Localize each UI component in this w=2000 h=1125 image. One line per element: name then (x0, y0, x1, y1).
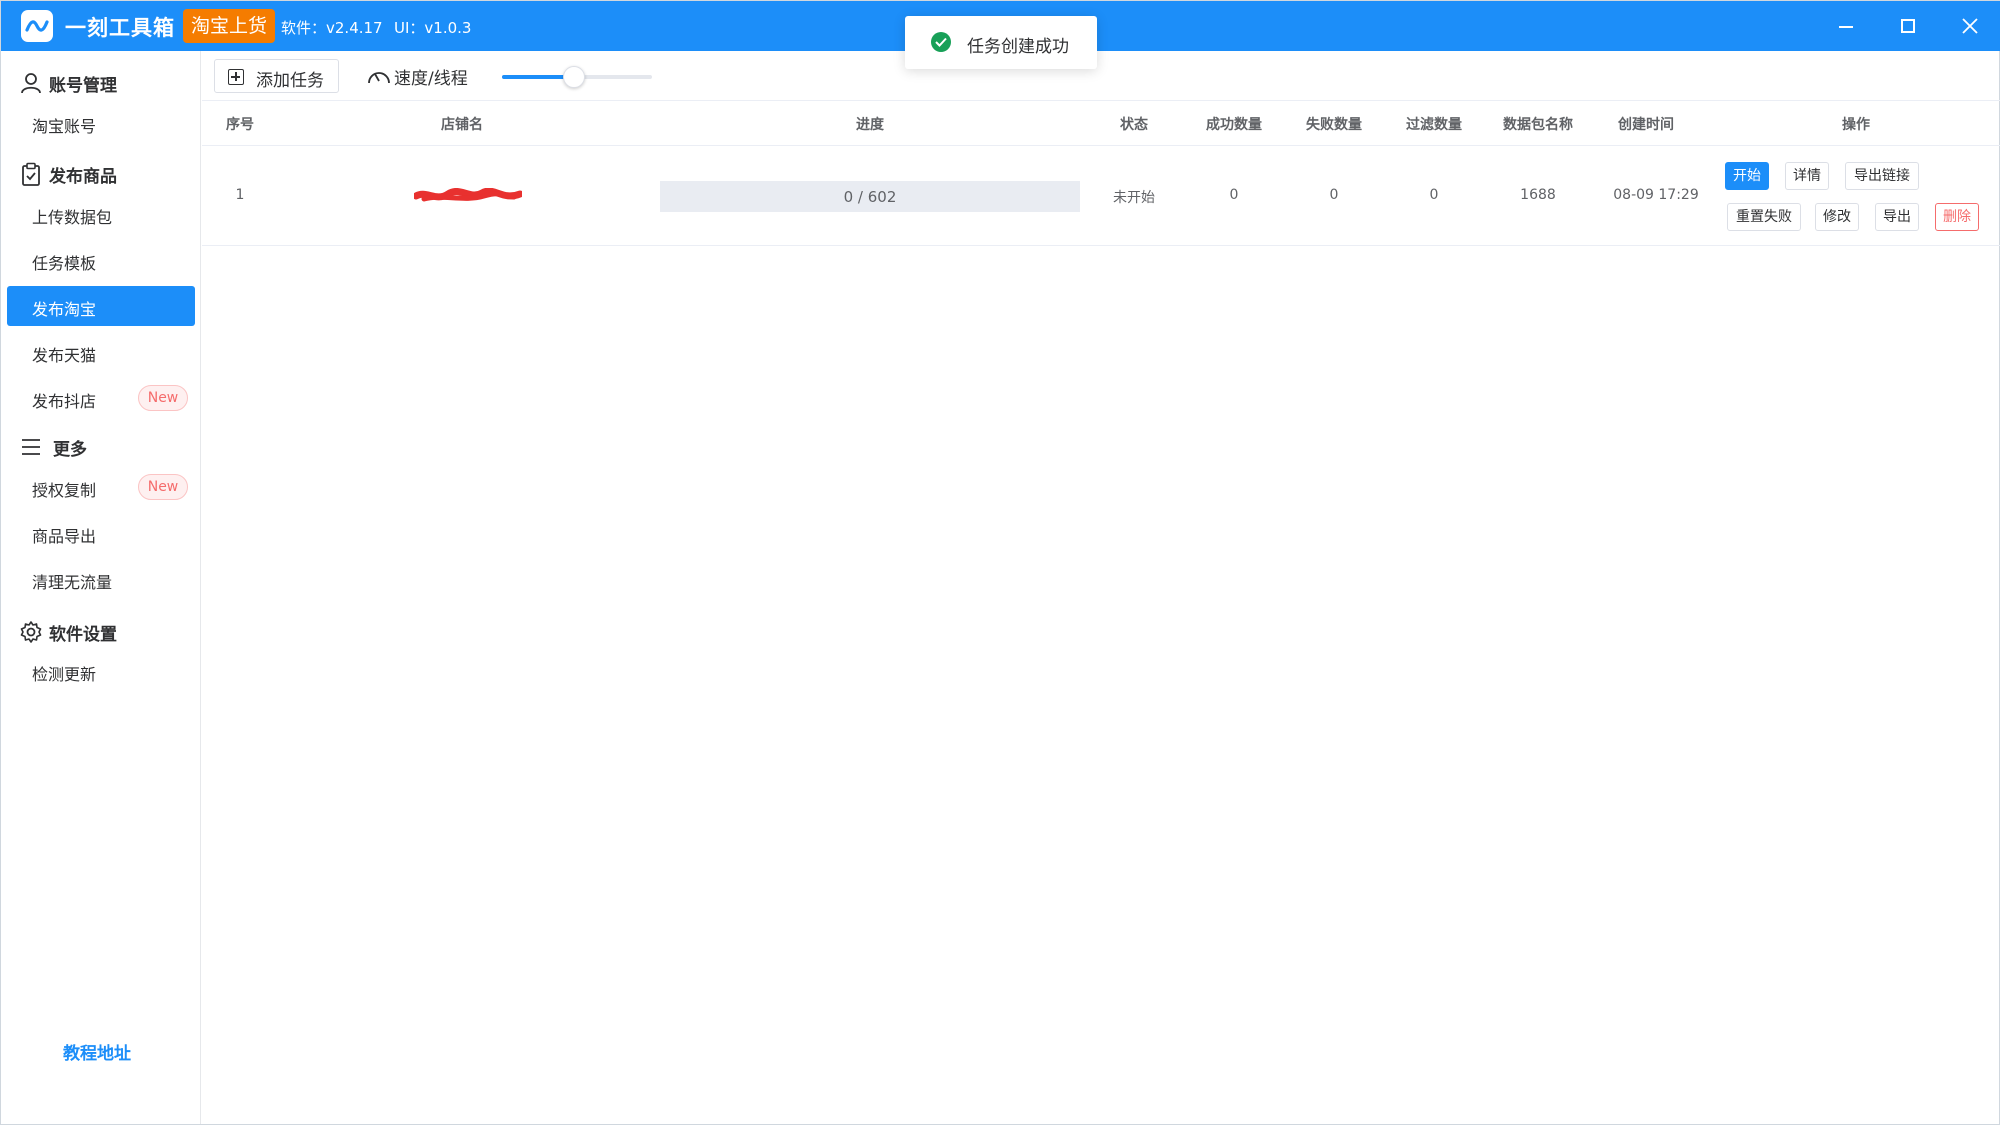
section-title: 发布商品 (49, 167, 117, 187)
column-header: 进度 (856, 117, 884, 133)
add-task-button[interactable]: 添加任务 (214, 59, 339, 93)
column-header: 成功数量 (1206, 117, 1262, 133)
section-title: 更多 (53, 440, 87, 460)
table-header: 序号 店铺名 进度 状态 成功数量 失败数量 过滤数量 数据包名称 创建时间 操… (202, 102, 2000, 146)
sidebar-item-clean-no-traffic[interactable]: 清理无流量 (7, 559, 195, 599)
software-version: 软件：v2.4.17 (281, 19, 383, 37)
sidebar-item-publish-taobao[interactable]: 发布淘宝 (7, 286, 195, 326)
column-header: 数据包名称 (1503, 117, 1573, 133)
column-header: 店铺名 (441, 117, 483, 133)
sidebar-item-publish-tmall[interactable]: 发布天猫 (7, 332, 195, 372)
gear-icon (20, 621, 42, 643)
table-row: 1 0 / 602 未开始 0 0 0 1688 08-09 17:29 开始 … (202, 146, 2000, 246)
sidebar-item-label: 淘宝账号 (32, 117, 97, 136)
cell-created-time: 08-09 17:29 (1613, 187, 1699, 203)
column-header: 状态 (1120, 117, 1148, 133)
toolbar: 添加任务 速度/线程 (202, 51, 2000, 101)
column-header: 序号 (226, 117, 254, 133)
sidebar-item-label: 发布淘宝 (32, 300, 97, 319)
sidebar-item-label: 商品导出 (32, 527, 97, 546)
details-button[interactable]: 详情 (1785, 162, 1829, 190)
redaction-scribble (414, 188, 522, 202)
cell-failed-count: 0 (1329, 187, 1339, 203)
user-icon (21, 73, 41, 94)
maximize-button[interactable] (1877, 1, 1937, 51)
sidebar-item-publish-douyin[interactable]: 发布抖店 New (7, 378, 195, 418)
new-badge: New (138, 474, 188, 500)
reset-failed-button[interactable]: 重置失败 (1727, 203, 1801, 231)
new-badge: New (138, 385, 188, 411)
sidebar-item-taobao-account[interactable]: 淘宝账号 (7, 103, 195, 143)
sidebar-item-auth-copy[interactable]: 授权复制 New (7, 467, 195, 507)
sidebar-item-label: 授权复制 (32, 481, 97, 500)
sidebar-item-label: 任务模板 (32, 254, 97, 273)
success-toast: 任务创建成功 (905, 16, 1097, 69)
cell-status: 未开始 (1113, 190, 1155, 206)
slider-handle[interactable] (563, 66, 585, 88)
tutorial-link[interactable]: 教程地址 (63, 1039, 131, 1064)
sidebar-item-task-template[interactable]: 任务模板 (7, 240, 195, 280)
minimize-button[interactable] (1815, 1, 1875, 51)
sidebar-item-label: 检测更新 (32, 665, 97, 684)
start-button[interactable]: 开始 (1725, 162, 1769, 190)
sidebar: 账号管理 淘宝账号 发布商品 上传数据包 任务模板 发布淘宝 发布天猫 发布抖店… (1, 51, 201, 1124)
plus-square-icon (228, 69, 244, 85)
column-header: 操作 (1842, 117, 1870, 133)
app-window: 一刻工具箱 . 淘宝上货 软件：v2.4.17 UI：v1.0.3 账号管理 淘… (0, 0, 2000, 1125)
cell-package-name: 1688 (1520, 187, 1556, 203)
app-title: 一刻工具箱 . (65, 16, 193, 40)
toast-message: 任务创建成功 (967, 37, 1069, 57)
progress-text: 0 / 602 (843, 188, 897, 206)
progress-bar: 0 / 602 (660, 181, 1080, 212)
clipboard-icon (22, 162, 40, 186)
app-badge: 淘宝上货 (183, 9, 276, 43)
speed-slider[interactable] (502, 66, 652, 88)
menu-icon (22, 439, 40, 455)
cell-success-count: 0 (1229, 187, 1239, 203)
export-button[interactable]: 导出 (1875, 203, 1919, 231)
maximize-icon (1901, 19, 1915, 33)
export-link-button[interactable]: 导出链接 (1845, 162, 1919, 190)
add-task-label: 添加任务 (256, 71, 324, 91)
ui-version: UI：v1.0.3 (394, 19, 472, 37)
column-header: 过滤数量 (1406, 117, 1462, 133)
sidebar-item-label: 清理无流量 (32, 573, 113, 592)
sidebar-item-check-update[interactable]: 检测更新 (7, 651, 195, 691)
column-header: 失败数量 (1306, 117, 1362, 133)
section-title: 账号管理 (49, 76, 117, 96)
cell-index: 1 (235, 187, 245, 203)
check-circle-icon (931, 32, 951, 52)
edit-button[interactable]: 修改 (1815, 203, 1859, 231)
cell-filtered-count: 0 (1429, 187, 1439, 203)
delete-button[interactable]: 删除 (1935, 203, 1979, 231)
sidebar-item-label: 上传数据包 (32, 208, 113, 227)
column-header: 创建时间 (1618, 117, 1674, 133)
close-button[interactable] (1939, 1, 1999, 51)
sidebar-item-product-export[interactable]: 商品导出 (7, 513, 195, 553)
speed-label-text: 速度/线程 (394, 69, 468, 89)
sidebar-item-upload-package[interactable]: 上传数据包 (7, 194, 195, 234)
speedometer-icon (368, 72, 390, 84)
sidebar-item-label: 发布天猫 (32, 346, 97, 365)
minimize-icon (1839, 26, 1853, 28)
app-logo-icon (21, 10, 53, 42)
close-icon (1962, 18, 1978, 34)
sidebar-item-label: 发布抖店 (32, 392, 97, 411)
section-title: 软件设置 (49, 625, 117, 645)
